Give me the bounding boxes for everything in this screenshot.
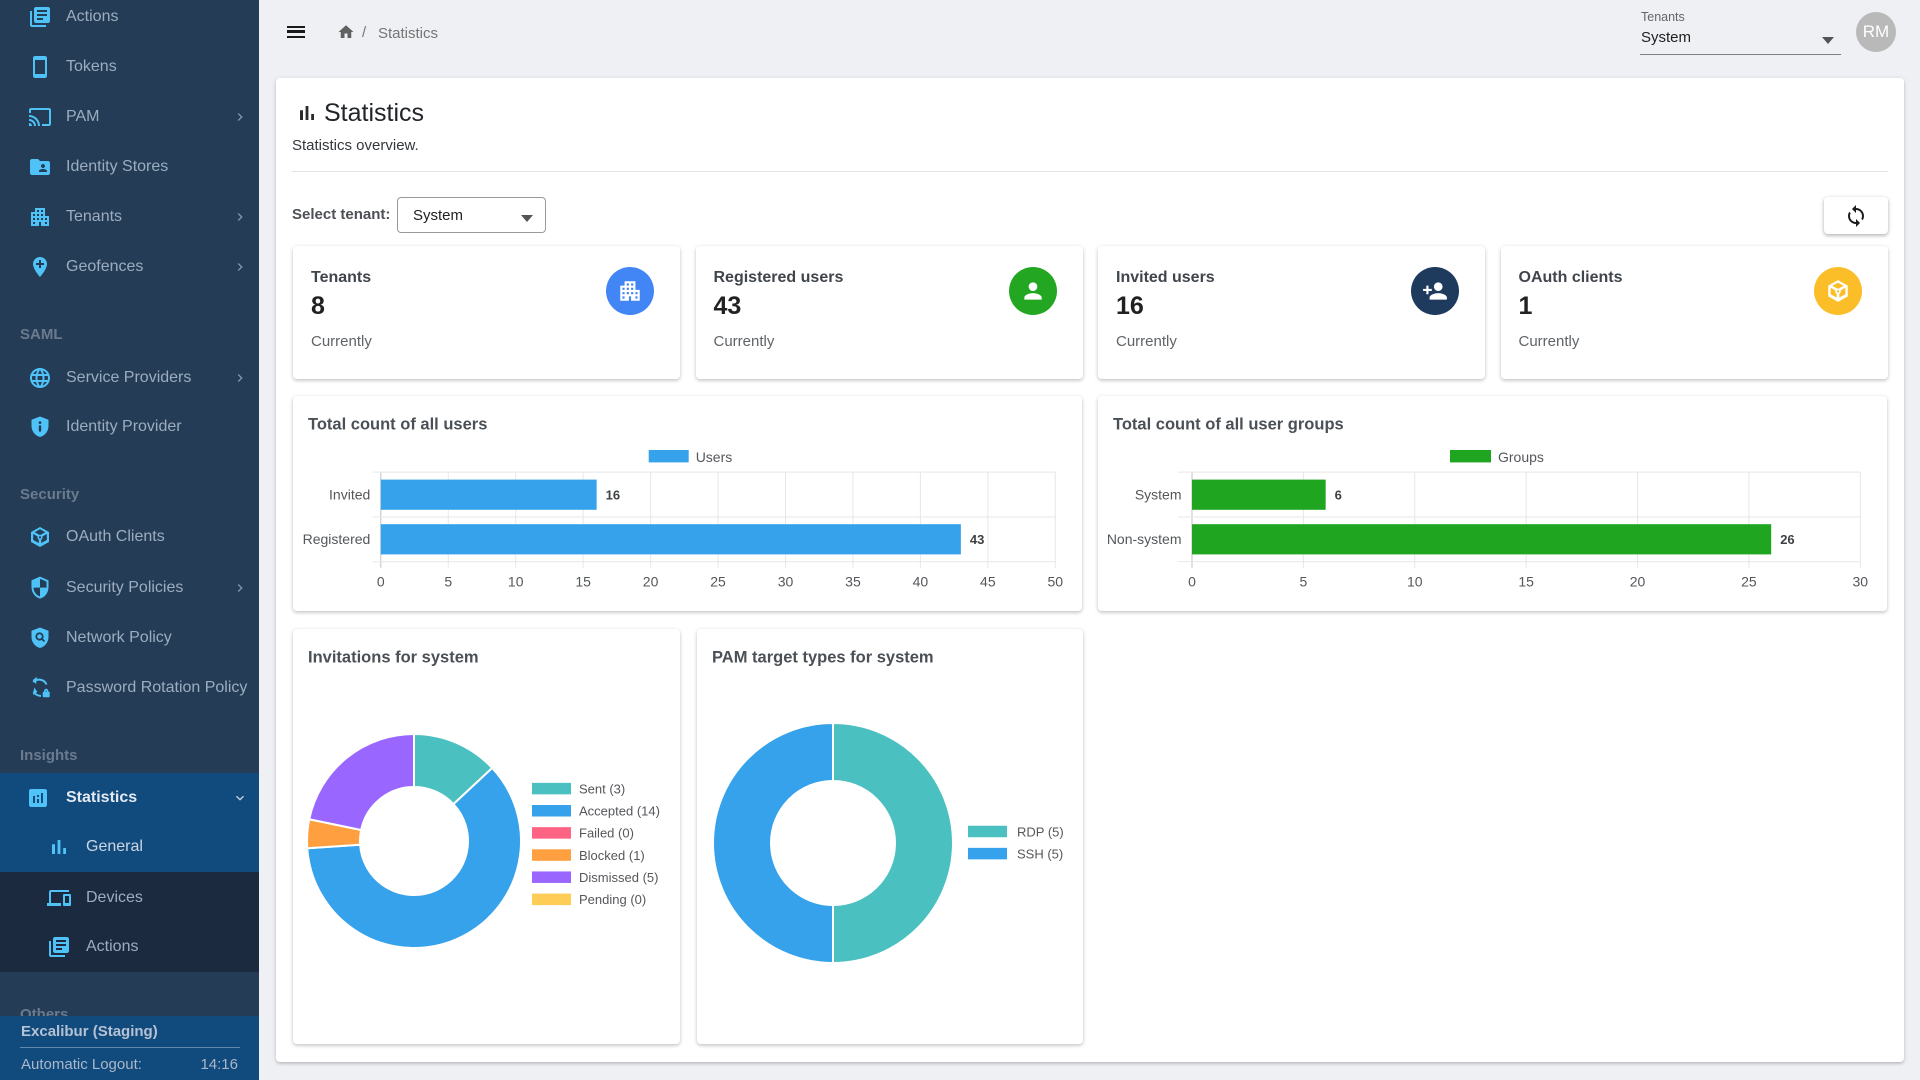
svg-text:Registered: Registered <box>303 531 371 547</box>
svg-text:Non-system: Non-system <box>1107 531 1182 547</box>
svg-text:RDP (5): RDP (5) <box>1017 824 1064 839</box>
svg-text:43: 43 <box>970 532 984 547</box>
svg-text:Dismissed (5): Dismissed (5) <box>579 870 658 885</box>
svg-text:20: 20 <box>1630 573 1646 589</box>
svg-text:25: 25 <box>710 573 726 589</box>
svg-text:Pending (0): Pending (0) <box>579 892 646 907</box>
svg-text:5: 5 <box>1299 573 1307 589</box>
svg-text:10: 10 <box>508 573 524 589</box>
svg-text:Sent (3): Sent (3) <box>579 781 625 796</box>
svg-text:PAM target types for system: PAM target types for system <box>712 649 934 667</box>
svg-text:0: 0 <box>1188 573 1196 589</box>
svg-text:16: 16 <box>606 487 620 502</box>
svg-text:Failed (0): Failed (0) <box>579 826 634 841</box>
svg-text:Groups: Groups <box>1498 448 1544 464</box>
svg-text:Invited: Invited <box>329 486 370 502</box>
svg-text:45: 45 <box>980 573 996 589</box>
svg-text:Invitations for system: Invitations for system <box>308 649 479 667</box>
svg-text:26: 26 <box>1780 532 1794 547</box>
svg-text:50: 50 <box>1048 573 1064 589</box>
svg-text:Users: Users <box>696 448 733 464</box>
svg-text:15: 15 <box>575 573 591 589</box>
svg-text:35: 35 <box>845 573 861 589</box>
svg-text:30: 30 <box>778 573 794 589</box>
svg-text:20: 20 <box>643 573 659 589</box>
svg-text:Total count of all user groups: Total count of all user groups <box>1113 415 1344 433</box>
svg-text:40: 40 <box>913 573 929 589</box>
svg-text:25: 25 <box>1741 573 1757 589</box>
svg-text:Accepted (14): Accepted (14) <box>579 804 660 819</box>
svg-text:10: 10 <box>1407 573 1423 589</box>
svg-text:30: 30 <box>1853 573 1869 589</box>
svg-text:0: 0 <box>377 573 385 589</box>
svg-text:Total count of all users: Total count of all users <box>308 415 487 433</box>
svg-text:System: System <box>1135 486 1182 502</box>
svg-text:5: 5 <box>444 573 452 589</box>
svg-text:SSH (5): SSH (5) <box>1017 846 1063 861</box>
svg-text:15: 15 <box>1518 573 1534 589</box>
svg-text:Blocked (1): Blocked (1) <box>579 848 645 863</box>
svg-text:6: 6 <box>1335 487 1342 502</box>
